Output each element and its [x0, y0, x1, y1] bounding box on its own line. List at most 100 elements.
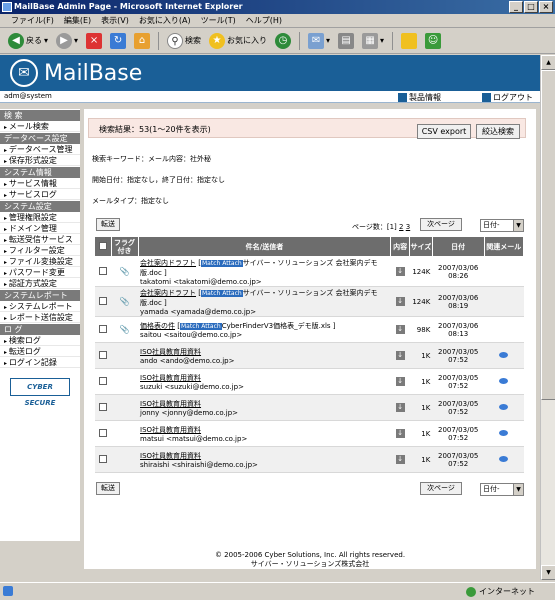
row-checkbox[interactable]	[98, 324, 107, 333]
mail-subject-link[interactable]: ISO社員教育用資料	[140, 374, 201, 382]
header-subject[interactable]: 件名/送信者	[137, 236, 392, 257]
next-page-button-top[interactable]: 次ページ	[420, 218, 462, 231]
sidebar-item-forward-receive[interactable]: 転送受信サービス	[0, 234, 80, 245]
sidebar-item-database-management[interactable]: データベース管理	[0, 144, 80, 155]
download-icon[interactable]: ↓	[395, 403, 405, 412]
sidebar-item-report-send[interactable]: レポート送信設定	[0, 312, 80, 323]
maximize-button[interactable]: □	[524, 1, 538, 13]
page-2-link[interactable]: 2	[399, 223, 403, 231]
stop-button[interactable]: ×	[84, 30, 104, 52]
sidebar-item-password[interactable]: パスワード変更	[0, 267, 80, 278]
header-related[interactable]: 関連メール	[483, 236, 525, 257]
sort-select-top[interactable]: 日付- ▼	[480, 219, 524, 232]
sidebar-item-mail-search[interactable]: メール検索	[0, 121, 80, 132]
back-button[interactable]: ◀ 戻る ▾	[6, 30, 50, 52]
messenger-icon: ☺	[425, 32, 442, 49]
mail-subject-link[interactable]: ISO社員教育用資料	[140, 426, 201, 434]
edit-button[interactable]: ▦ ▾	[360, 30, 386, 52]
sidebar-item-system-report[interactable]: システムレポート	[0, 301, 80, 312]
row-checkbox[interactable]	[98, 350, 107, 359]
related-mail-icon[interactable]	[499, 351, 509, 358]
row-checkbox[interactable]	[98, 454, 107, 463]
sidebar-item-service-log[interactable]: サービスログ	[0, 189, 80, 200]
match-attach-tag: Match Attach	[200, 259, 243, 267]
favorites-button[interactable]: ★ お気に入り	[207, 30, 269, 52]
refresh-button[interactable]: ↻	[108, 30, 128, 52]
download-icon[interactable]: ↓	[395, 325, 405, 334]
row-checkbox[interactable]	[98, 428, 107, 437]
row-checkbox[interactable]	[98, 376, 107, 385]
menu-tools[interactable]: ツール(T)	[196, 14, 241, 27]
sidebar-item-forward-log[interactable]: 転送ログ	[0, 346, 80, 357]
mail-subject-link[interactable]: ISO社員教育用資料	[140, 400, 201, 408]
messenger-button[interactable]: ☺	[423, 30, 443, 52]
sidebar-item-storage-format[interactable]: 保存形式設定	[0, 155, 80, 166]
minimize-button[interactable]: _	[509, 1, 523, 13]
logo-text: MailBase	[44, 60, 143, 86]
mail-subject-link[interactable]: ISO社員教育用資料	[140, 348, 201, 356]
vertical-scrollbar[interactable]: ▲ ▼	[540, 55, 555, 580]
header-flag[interactable]: フラグ付き	[110, 236, 139, 257]
logout-link[interactable]: ログアウト	[482, 92, 533, 103]
mail-time: 07:52	[448, 433, 469, 442]
menu-view[interactable]: 表示(V)	[96, 14, 134, 27]
select-all-checkbox[interactable]	[98, 241, 107, 250]
forward-button-top[interactable]: 転送	[96, 218, 120, 231]
related-mail-icon[interactable]	[499, 429, 509, 436]
row-checkbox[interactable]	[98, 402, 107, 411]
menu-edit[interactable]: 編集(E)	[59, 14, 96, 27]
download-icon[interactable]: ↓	[395, 455, 405, 464]
scroll-up-button[interactable]: ▲	[541, 55, 555, 70]
home-button[interactable]: ⌂	[132, 30, 152, 52]
sort-select-bottom[interactable]: 日付- ▼	[480, 483, 524, 496]
print-button[interactable]: ▤	[336, 30, 356, 52]
header-content[interactable]: 内容	[390, 236, 410, 257]
related-mail-icon[interactable]	[499, 455, 509, 462]
sidebar-item-search-log[interactable]: 検索ログ	[0, 335, 80, 346]
search-button[interactable]: ⚲ 検索	[165, 30, 203, 52]
download-icon[interactable]: ↓	[395, 297, 405, 306]
mail-subject-link[interactable]: 会社案内ドラフト	[140, 259, 196, 267]
related-cell	[484, 286, 524, 317]
refine-search-button[interactable]: 絞込検索	[476, 124, 520, 139]
menu-favorites[interactable]: お気に入り(A)	[134, 14, 196, 27]
download-icon[interactable]: ↓	[395, 351, 405, 360]
mail-subject-link[interactable]: 会社案内ドラフト	[140, 289, 196, 297]
forward-button[interactable]: ▶ ▾	[54, 30, 80, 52]
related-mail-icon[interactable]	[499, 377, 509, 384]
sidebar-item-filter[interactable]: フィルター設定	[0, 245, 80, 256]
header-date[interactable]: 日付	[431, 236, 485, 257]
menu-file[interactable]: ファイル(F)	[6, 14, 59, 27]
scrollbar-thumb[interactable]	[541, 70, 555, 400]
user-bar: adm@system 製品情報 ログアウト	[0, 91, 540, 103]
header-size[interactable]: サイズ	[408, 236, 433, 257]
download-icon[interactable]: ↓	[395, 429, 405, 438]
sidebar-item-service-info[interactable]: サービス情報	[0, 178, 80, 189]
sidebar-item-file-conversion[interactable]: ファイル変換設定	[0, 256, 80, 267]
download-icon[interactable]: ↓	[395, 267, 405, 276]
scroll-down-button[interactable]: ▼	[541, 565, 555, 580]
close-button[interactable]: ×	[539, 1, 553, 13]
mail-button[interactable]: ✉ ▾	[306, 30, 332, 52]
sidebar-item-login-record[interactable]: ログイン記録	[0, 357, 80, 368]
download-icon[interactable]: ↓	[395, 377, 405, 386]
forward-button-bottom[interactable]: 転送	[96, 482, 120, 495]
row-checkbox[interactable]	[98, 296, 107, 305]
history-button[interactable]: ◷	[273, 30, 293, 52]
mail-date: 2007/03/05	[438, 347, 479, 356]
sidebar-item-auth-method[interactable]: 認証方式設定	[0, 278, 80, 289]
mail-subject-link[interactable]: 価格表の件	[140, 322, 175, 330]
page-3-link[interactable]: 3	[406, 223, 410, 231]
sidebar-item-admin-rights[interactable]: 管理権限設定	[0, 212, 80, 223]
attachment-clip-icon: 📎	[119, 325, 130, 334]
folder-button[interactable]	[399, 30, 419, 52]
related-mail-icon[interactable]	[499, 403, 509, 410]
csv-export-button[interactable]: CSV export	[417, 124, 471, 139]
result-title: 検索結果：53(1～20件を表示)	[99, 125, 211, 134]
product-info-link[interactable]: 製品情報	[398, 92, 441, 103]
menu-help[interactable]: ヘルプ(H)	[241, 14, 287, 27]
next-page-button-bottom[interactable]: 次ページ	[420, 482, 462, 495]
sidebar-item-domain[interactable]: ドメイン管理	[0, 223, 80, 234]
row-checkbox[interactable]	[98, 266, 107, 275]
mail-subject-link[interactable]: ISO社員教育用資料	[140, 452, 201, 460]
